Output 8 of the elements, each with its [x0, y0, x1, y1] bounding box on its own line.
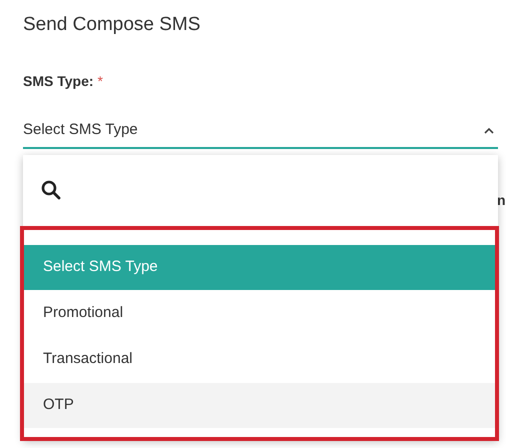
field-label: SMS Type: — [23, 72, 94, 91]
search-icon — [41, 180, 61, 200]
partial-text: n — [497, 191, 506, 210]
select-field[interactable]: Select SMS Type — [23, 114, 498, 149]
caret-icon — [484, 128, 494, 134]
required-mark: * — [98, 72, 103, 91]
page-title: Send Compose SMS — [23, 13, 202, 37]
dropdown-option[interactable]: OTP — [23, 383, 498, 428]
